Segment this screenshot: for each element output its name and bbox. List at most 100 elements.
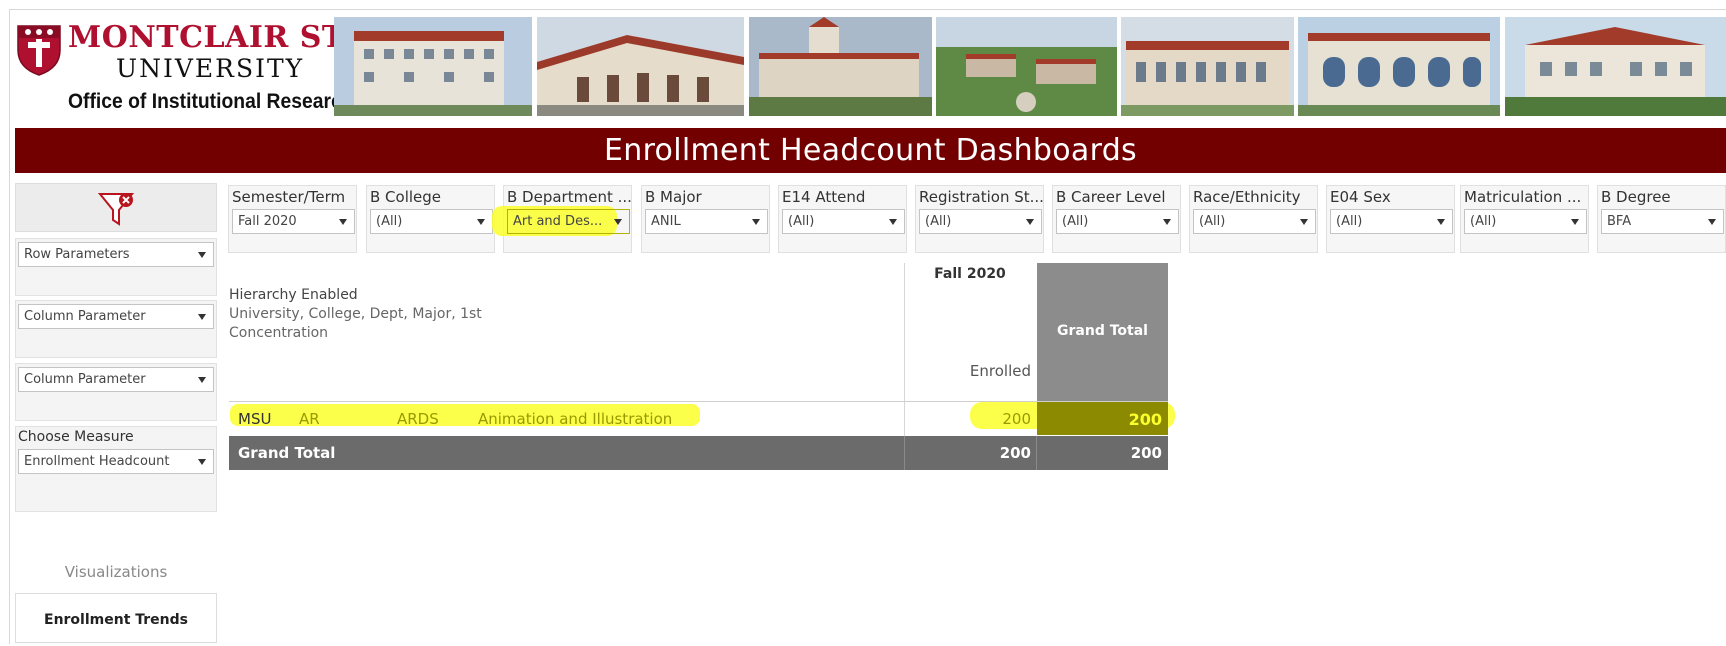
filter-e14-attend: E14 Attend (All) <box>778 185 907 253</box>
choose-measure-dropdown[interactable]: Enrollment Headcount <box>18 449 214 474</box>
filter-dropdown[interactable]: (All) <box>1056 209 1179 234</box>
filter-matriculation: Matriculation ... (All) <box>1460 185 1589 253</box>
filter-dropdown[interactable]: (All) <box>919 209 1042 234</box>
filter-b-department: B Department ... Art and Des... <box>492 185 632 253</box>
university-logo: MONTCLAIR STATE UNIVERSITY Office of Ins… <box>16 20 411 116</box>
column-parameter-box: Column Parameter <box>15 300 217 358</box>
chevron-down-icon <box>1708 219 1716 225</box>
dropdown-value: BFA <box>1607 214 1632 229</box>
chevron-down-icon <box>614 219 622 225</box>
filter-label: B Career Level <box>1056 188 1166 206</box>
logo-subtitle: UNIVERSITY <box>116 54 305 83</box>
column-parameter-box-2: Column Parameter <box>15 363 217 421</box>
chevron-down-icon <box>752 219 760 225</box>
dropdown-value: ANIL <box>651 214 681 229</box>
filter-b-degree: B Degree BFA <box>1597 185 1726 253</box>
cell-department: ARDS <box>397 410 439 428</box>
campus-photo <box>1298 17 1500 116</box>
enrollment-trends-button[interactable]: Enrollment Trends <box>15 593 217 643</box>
filter-registration-status: Registration St... (All) <box>915 185 1044 253</box>
visualizations-label: Visualizations <box>64 563 168 581</box>
row-parameter-box: Row Parameters <box>15 238 217 296</box>
filter-label: Matriculation ... <box>1464 188 1582 206</box>
cell-college: AR <box>299 410 320 428</box>
chevron-down-icon <box>198 459 206 465</box>
filter-dropdown[interactable]: (All) <box>1330 209 1453 234</box>
campus-photo <box>936 17 1117 116</box>
chevron-down-icon <box>339 219 347 225</box>
hierarchy-description: University, College, Dept, Major, 1st <box>229 306 482 322</box>
filter-b-career-level: B Career Level (All) <box>1052 185 1181 253</box>
filter-label: B Major <box>645 188 702 206</box>
filter-dropdown[interactable]: (All) <box>1193 209 1316 234</box>
filter-dropdown[interactable]: (All) <box>370 209 493 234</box>
filter-label: E14 Attend <box>782 188 866 206</box>
chevron-down-icon <box>889 219 897 225</box>
campus-photo <box>537 17 744 116</box>
cell-enrolled: 200 <box>1002 410 1031 428</box>
chevron-down-icon <box>198 252 206 258</box>
filter-semester-term: Semester/Term Fall 2020 <box>228 185 357 253</box>
campus-photo <box>749 17 932 116</box>
chevron-down-icon <box>1437 219 1445 225</box>
dropdown-value: Art and Des... <box>513 214 603 229</box>
cell-university: MSU <box>238 410 272 428</box>
clear-filter-icon <box>97 193 135 226</box>
filter-dropdown[interactable]: ANIL <box>645 209 768 234</box>
column-header-measure: Enrolled <box>969 362 1031 380</box>
dropdown-value: (All) <box>1336 214 1363 229</box>
dropdown-value: (All) <box>925 214 952 229</box>
dropdown-value: Fall 2020 <box>238 214 297 229</box>
title-banner: Enrollment Headcount Dashboards <box>15 128 1726 173</box>
chevron-down-icon <box>1571 219 1579 225</box>
filter-dropdown[interactable]: (All) <box>782 209 905 234</box>
chevron-down-icon <box>1026 219 1034 225</box>
logo-office: Office of Institutional Research <box>68 90 354 113</box>
dropdown-value: Enrollment Headcount <box>24 454 170 469</box>
filter-b-college: B College (All) <box>366 185 495 253</box>
page-title: Enrollment Headcount Dashboards <box>604 133 1137 168</box>
campus-photo <box>1121 17 1294 116</box>
dropdown-value: (All) <box>1199 214 1226 229</box>
chevron-down-icon <box>1300 219 1308 225</box>
dropdown-value: (All) <box>1470 214 1497 229</box>
campus-photo <box>334 17 532 116</box>
filter-label: B Degree <box>1601 188 1671 206</box>
filter-dropdown[interactable]: BFA <box>1601 209 1724 234</box>
left-panel: Row Parameters Column Parameter Column P… <box>15 183 220 643</box>
chevron-down-icon <box>198 377 206 383</box>
filter-race-ethnicity: Race/Ethnicity (All) <box>1189 185 1318 253</box>
chevron-down-icon <box>198 314 206 320</box>
campus-photo <box>1505 17 1726 116</box>
grand-total-row-total: 200 <box>1130 444 1162 462</box>
filter-label: Semester/Term <box>232 188 346 206</box>
filter-label: E04 Sex <box>1330 188 1391 206</box>
clear-filter-button[interactable] <box>15 183 217 232</box>
filter-label: Registration St... <box>919 188 1043 206</box>
dropdown-value: Column Parameter <box>24 372 146 387</box>
dropdown-value: (All) <box>1062 214 1089 229</box>
dropdown-value: (All) <box>376 214 403 229</box>
cell-grand-total: 200 <box>1128 410 1162 429</box>
hierarchy-label: Hierarchy Enabled <box>229 287 358 303</box>
filter-e04-sex: E04 Sex (All) <box>1326 185 1455 253</box>
grand-total-row-enrolled: 200 <box>999 444 1031 462</box>
column-parameter-dropdown-2[interactable]: Column Parameter <box>18 367 214 392</box>
choose-measure-box: Choose Measure Enrollment Headcount <box>15 426 217 512</box>
dropdown-value: Column Parameter <box>24 309 146 324</box>
shield-icon <box>17 25 61 76</box>
chevron-down-icon <box>1163 219 1171 225</box>
filter-dropdown[interactable]: Fall 2020 <box>232 209 355 234</box>
filter-label: Race/Ethnicity <box>1193 188 1301 206</box>
filter-dropdown[interactable]: (All) <box>1464 209 1587 234</box>
grand-total-row-label: Grand Total <box>238 444 336 462</box>
filter-dropdown[interactable]: Art and Des... <box>507 209 630 234</box>
hierarchy-description-2: Concentration <box>229 325 329 341</box>
row-parameter-dropdown[interactable]: Row Parameters <box>18 242 214 267</box>
dropdown-value: Row Parameters <box>24 247 130 262</box>
filter-label: B College <box>370 188 442 206</box>
column-header-term: Fall 2020 <box>934 266 1006 282</box>
chevron-down-icon <box>477 219 485 225</box>
filter-label: B Department ... <box>507 188 631 206</box>
column-parameter-dropdown[interactable]: Column Parameter <box>18 304 214 329</box>
